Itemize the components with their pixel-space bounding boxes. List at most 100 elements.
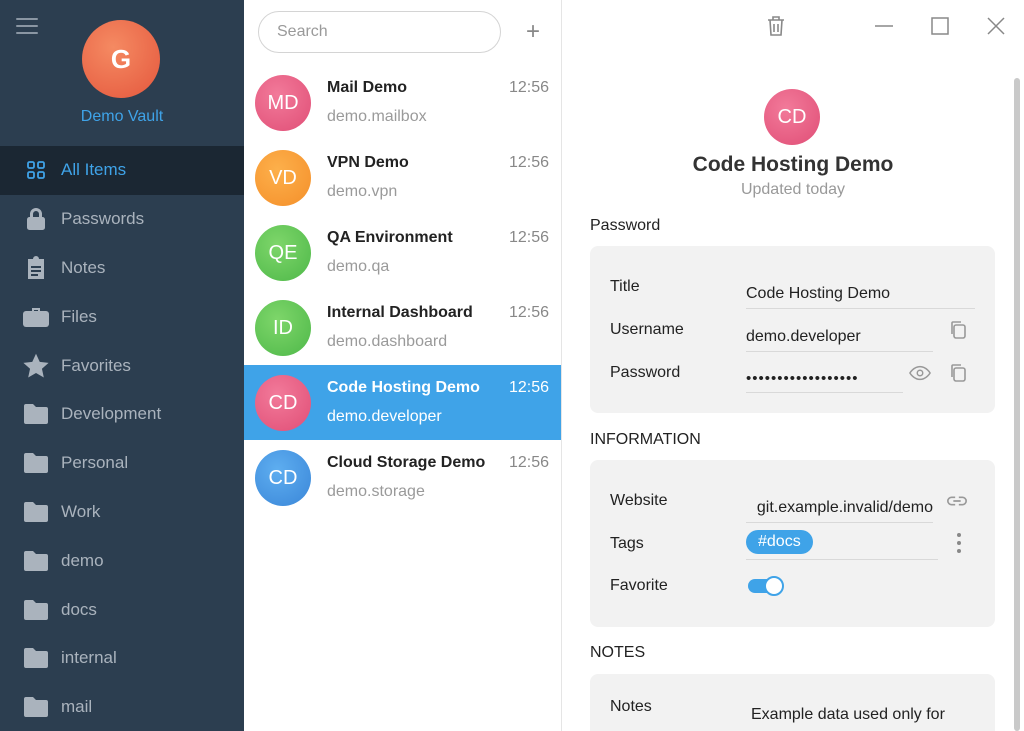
password-card: Title Code Hosting Demo Username demo.de… <box>590 246 995 413</box>
vault-name[interactable]: Demo Vault <box>0 108 244 126</box>
sidebar-item-docs[interactable]: docs <box>0 585 244 634</box>
tags-field[interactable]: #docs <box>746 530 938 560</box>
maximize-icon[interactable] <box>928 14 952 38</box>
sidebar-item-favorites[interactable]: Favorites <box>0 341 244 390</box>
sidebar-item-passwords[interactable]: Passwords <box>0 195 244 244</box>
item-username: demo.dashboard <box>327 333 448 350</box>
sidebar-item-mail[interactable]: mail <box>0 683 244 731</box>
item-name: Internal Dashboard <box>327 304 473 321</box>
item-avatar: ID <box>255 300 311 356</box>
favorite-label: Favorite <box>610 577 668 594</box>
password-field[interactable]: •••••••••••••••••• <box>746 370 903 393</box>
item-list-panel: + MD Mail Demo demo.mailbox 12:56 VD VPN… <box>244 0 562 731</box>
lock-icon <box>22 207 50 231</box>
sidebar-item-label: Passwords <box>61 209 145 229</box>
sidebar-item-notes[interactable]: Notes <box>0 244 244 293</box>
copy-icon[interactable] <box>947 362 969 384</box>
sidebar: G Demo Vault All Items Passwords Notes F… <box>0 0 244 731</box>
sidebar-item-label: mail <box>61 697 93 717</box>
grid-icon <box>22 158 50 182</box>
item-username: demo.qa <box>327 258 390 275</box>
folder-icon <box>22 646 50 670</box>
folder-icon <box>22 549 50 573</box>
item-name: VPN Demo <box>327 154 409 171</box>
item-list: MD Mail Demo demo.mailbox 12:56 VD VPN D… <box>244 65 561 515</box>
folder-icon <box>22 500 50 524</box>
list-item[interactable]: QE QA Environment demo.qa 12:56 <box>244 215 561 290</box>
sidebar-item-label: All Items <box>61 160 127 180</box>
list-item-selected[interactable]: CD Code Hosting Demo demo.developer 12:5… <box>244 365 561 440</box>
website-value: git.example.invalid/demo <box>756 499 933 516</box>
sidebar-item-files[interactable]: Files <box>0 292 244 341</box>
sidebar-item-work[interactable]: Work <box>0 488 244 537</box>
sidebar-item-label: Favorites <box>61 355 131 375</box>
vault-avatar[interactable]: G <box>82 20 160 98</box>
item-avatar: CD <box>255 375 311 431</box>
close-icon[interactable] <box>984 14 1008 38</box>
detail-updated: Updated today <box>740 181 846 198</box>
trash-icon[interactable] <box>764 14 788 38</box>
clipboard-icon <box>22 255 50 280</box>
information-card: Website git.example.invalid/demo Tags #d… <box>590 460 995 627</box>
eye-icon[interactable] <box>909 362 931 384</box>
sidebar-item-demo[interactable]: demo <box>0 536 244 585</box>
section-label-notes: NOTES <box>590 644 646 661</box>
website-label: Website <box>610 492 668 509</box>
item-username: demo.developer <box>327 408 442 425</box>
folder-icon <box>22 451 50 475</box>
item-name: Cloud Storage Demo <box>327 454 486 471</box>
item-avatar: QE <box>255 225 311 281</box>
list-item[interactable]: ID Internal Dashboard demo.dashboard 12:… <box>244 290 561 365</box>
item-time: 12:56 <box>508 79 549 96</box>
sidebar-item-label: Development <box>61 404 162 424</box>
notes-label: Notes <box>610 698 652 715</box>
star-icon <box>22 353 50 378</box>
username-field[interactable]: demo.developer <box>746 328 933 352</box>
item-time: 12:56 <box>508 304 549 321</box>
website-field[interactable]: git.example.invalid/demo <box>746 499 933 523</box>
sidebar-item-internal[interactable]: internal <box>0 634 244 683</box>
link-icon[interactable] <box>946 490 968 512</box>
password-label: Password <box>610 364 681 381</box>
briefcase-icon <box>22 305 50 329</box>
list-item[interactable]: MD Mail Demo demo.mailbox 12:56 <box>244 65 561 140</box>
item-name: QA Environment <box>327 229 453 246</box>
sidebar-item-label: docs <box>61 599 97 619</box>
item-username: demo.vpn <box>327 183 398 200</box>
sidebar-nav: All Items Passwords Notes Files Favorite… <box>0 146 244 731</box>
add-item-button[interactable]: + <box>522 18 544 46</box>
folder-icon <box>22 695 50 719</box>
item-name: Mail Demo <box>327 79 408 96</box>
item-time: 12:56 <box>508 379 549 396</box>
minimize-icon[interactable] <box>872 14 896 38</box>
sidebar-item-label: Personal <box>61 453 129 473</box>
hamburger-menu-icon[interactable] <box>16 18 38 36</box>
tag-chip[interactable]: #docs <box>746 530 813 554</box>
item-detail-panel: CD Code Hosting Demo Updated today Passw… <box>562 0 1024 731</box>
copy-icon[interactable] <box>947 319 969 341</box>
sidebar-item-label: Files <box>61 306 97 326</box>
favorite-toggle[interactable] <box>748 576 784 596</box>
search-input[interactable] <box>258 11 501 53</box>
tags-label: Tags <box>610 535 644 552</box>
item-avatar: MD <box>255 75 311 131</box>
list-item[interactable]: VD VPN Demo demo.vpn 12:56 <box>244 140 561 215</box>
section-label-information: INFORMATION <box>590 431 701 448</box>
item-time: 12:56 <box>508 454 549 471</box>
more-vertical-icon[interactable] <box>948 532 970 554</box>
detail-title: Code Hosting Demo <box>692 153 894 176</box>
notes-card: Notes Example data used only for <box>590 674 995 731</box>
notes-field[interactable]: Example data used only for <box>751 706 945 724</box>
section-label-password: Password <box>590 217 661 234</box>
sidebar-item-label: internal <box>61 648 117 668</box>
item-username: demo.mailbox <box>327 108 427 125</box>
username-label: Username <box>610 321 684 338</box>
title-label: Title <box>610 278 640 295</box>
sidebar-item-all-items[interactable]: All Items <box>0 146 244 195</box>
item-username: demo.storage <box>327 483 425 500</box>
sidebar-item-development[interactable]: Development <box>0 390 244 439</box>
title-field[interactable]: Code Hosting Demo <box>746 285 975 309</box>
sidebar-item-personal[interactable]: Personal <box>0 439 244 488</box>
list-item[interactable]: CD Cloud Storage Demo demo.storage 12:56 <box>244 440 561 515</box>
sidebar-item-label: demo <box>61 550 104 570</box>
